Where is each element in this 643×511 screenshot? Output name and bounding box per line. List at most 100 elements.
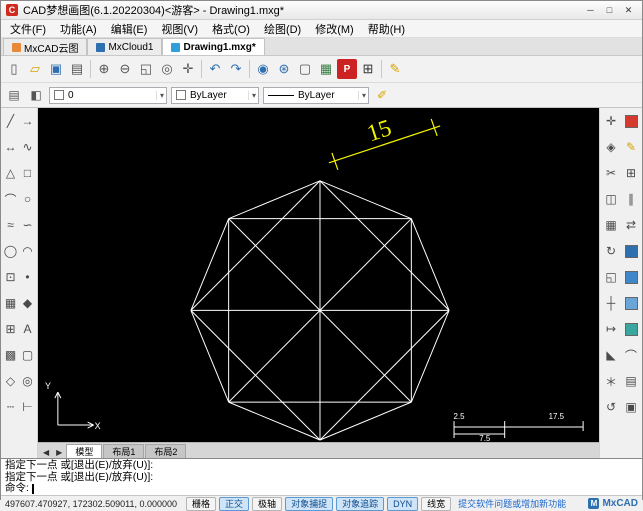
extend-tool[interactable]: ↦ <box>601 316 621 342</box>
ellipse-arc-tool[interactable]: ◠ <box>19 238 36 264</box>
fillet-tool[interactable]: ⌒ <box>621 342 641 368</box>
menu-item-0[interactable]: 文件(F) <box>3 20 53 38</box>
menu-item-1[interactable]: 功能(A) <box>53 20 104 38</box>
toggle-栅格[interactable]: 栅格 <box>186 496 217 511</box>
revision-cloud-tool[interactable]: ≈ <box>2 212 19 238</box>
doc-tab-1[interactable]: MxCloud1 <box>87 38 163 55</box>
color-blue2-swatch[interactable] <box>621 264 641 290</box>
rotate-tool[interactable]: ↻ <box>601 238 621 264</box>
offset-tool[interactable]: ∥ <box>621 186 641 212</box>
color-red-swatch[interactable] <box>621 108 641 134</box>
erase-tool[interactable]: ✂ <box>601 160 621 186</box>
explode-tool[interactable]: ＊ <box>601 368 621 394</box>
cloud-sync-button[interactable]: ◉ <box>253 59 273 79</box>
ray-tool[interactable]: → <box>19 108 36 134</box>
spline-tool[interactable]: ∽ <box>19 212 36 238</box>
new-window-button[interactable]: ▢ <box>295 59 315 79</box>
drawing-svg[interactable]: 152.5 17.57.5YX <box>38 108 599 442</box>
insert-block-tool[interactable]: ⊡ <box>2 264 19 290</box>
open-file-button[interactable]: ▱ <box>25 59 45 79</box>
layout-tab-1[interactable]: 布局1 <box>103 444 145 458</box>
construction-line-tool[interactable]: ↔ <box>2 134 19 160</box>
scale-tool[interactable]: ◱ <box>601 264 621 290</box>
draw-pencil-button[interactable]: ✎ <box>385 59 405 79</box>
menu-item-6[interactable]: 修改(M) <box>308 20 361 38</box>
select-tool[interactable]: ✛ <box>601 108 621 134</box>
web-share-button[interactable]: ⊛ <box>274 59 294 79</box>
export-pdf-button[interactable]: P <box>337 59 357 79</box>
move-tool[interactable]: ⇄ <box>621 212 641 238</box>
toggle-对象捕捉[interactable]: 对象捕捉 <box>285 496 334 511</box>
zoom-realtime-tool[interactable]: ◈ <box>601 134 621 160</box>
command-window[interactable]: 指定下一点 或[退出(E)/放弃(U)]: 指定下一点 或[退出(E)/放弃(U)… <box>1 458 642 495</box>
toggle-DYN[interactable]: DYN <box>387 496 419 511</box>
grid-settings-button[interactable]: ⊞ <box>358 59 378 79</box>
point-tool[interactable]: • <box>19 264 36 290</box>
polyline-tool[interactable]: ∿ <box>19 134 36 160</box>
donut-tool[interactable]: ◎ <box>19 368 36 394</box>
undo-button[interactable]: ↶ <box>205 59 225 79</box>
pan-button[interactable]: ✛ <box>178 59 198 79</box>
zoom-window-button[interactable]: ◱ <box>136 59 156 79</box>
toggle-正交[interactable]: 正交 <box>219 496 250 511</box>
layout-tab-0[interactable]: 模型 <box>66 444 103 458</box>
linetype-combo[interactable]: ByLayer ▾ <box>263 86 369 104</box>
feedback-link[interactable]: 提交软件问题或增加新功能 <box>458 497 566 510</box>
measure-tool[interactable]: ⊢ <box>19 394 36 420</box>
array-tool[interactable]: ▦ <box>601 212 621 238</box>
layout-nav-0[interactable]: ◀ <box>40 448 52 458</box>
chamfer-tool[interactable]: ◣ <box>601 342 621 368</box>
menu-item-5[interactable]: 绘图(D) <box>257 20 308 38</box>
new-file-button[interactable]: ▯ <box>4 59 24 79</box>
copy-tool[interactable]: ⊞ <box>621 160 641 186</box>
minimize-button[interactable]: ─ <box>582 3 599 17</box>
color-blue3-swatch[interactable] <box>621 290 641 316</box>
table-tool[interactable]: ⊞ <box>2 316 19 342</box>
edit-pencil-icon[interactable]: ✐ <box>373 86 391 104</box>
color-combo[interactable]: ByLayer ▾ <box>171 86 259 104</box>
text-tool[interactable]: A <box>19 316 36 342</box>
polygon-tool[interactable]: △ <box>2 160 19 186</box>
print-button[interactable]: ▤ <box>67 59 87 79</box>
layers-tool[interactable]: ▣ <box>621 394 641 420</box>
menu-item-2[interactable]: 编辑(E) <box>104 20 155 38</box>
zoom-in-button[interactable]: ⊕ <box>94 59 114 79</box>
layer-manager-icon[interactable]: ▤ <box>5 86 23 104</box>
color-blue-swatch[interactable] <box>621 238 641 264</box>
zoom-out-button[interactable]: ⊖ <box>115 59 135 79</box>
mirror-tool[interactable]: ◫ <box>601 186 621 212</box>
doc-tab-2[interactable]: Drawing1.mxg* <box>162 38 265 55</box>
color-teal-swatch[interactable] <box>621 316 641 342</box>
divide-tool[interactable]: ┄ <box>2 394 19 420</box>
wipeout-tool[interactable]: ◇ <box>2 368 19 394</box>
menu-item-3[interactable]: 视图(V) <box>154 20 205 38</box>
toggle-对象追踪[interactable]: 对象追踪 <box>336 496 385 511</box>
maximize-button[interactable]: □ <box>601 3 618 17</box>
gradient-tool[interactable]: ▩ <box>2 342 19 368</box>
doc-tab-0[interactable]: MxCAD云图 <box>3 38 88 55</box>
insert-image-button[interactable]: ▦ <box>316 59 336 79</box>
arc-tool[interactable]: ⌒ <box>2 186 19 212</box>
toggle-极轴[interactable]: 极轴 <box>252 496 283 511</box>
command-prompt-row[interactable]: 命令: <box>5 482 638 495</box>
menu-item-4[interactable]: 格式(O) <box>205 20 257 38</box>
annotate-pencil-tool[interactable]: ✎ <box>621 134 641 160</box>
trim-tool[interactable]: ┼ <box>601 290 621 316</box>
zoom-extents-button[interactable]: ◎ <box>157 59 177 79</box>
redo-button[interactable]: ↷ <box>226 59 246 79</box>
menu-item-7[interactable]: 帮助(H) <box>361 20 412 38</box>
hatch-tool[interactable]: ▦ <box>2 290 19 316</box>
circle-tool[interactable]: ○ <box>19 186 36 212</box>
toggle-线宽[interactable]: 线宽 <box>421 496 452 511</box>
layout-tab-2[interactable]: 布局2 <box>145 444 187 458</box>
rectangle-tool[interactable]: □ <box>19 160 36 186</box>
save-file-button[interactable]: ▣ <box>46 59 66 79</box>
drawing-canvas[interactable]: 15 2.5 17.5 7.5 Y X <box>38 108 599 442</box>
layer-combo[interactable]: 0 ▾ <box>49 86 167 104</box>
ellipse-tool[interactable]: ◯ <box>2 238 19 264</box>
region-tool[interactable]: ◆ <box>19 290 36 316</box>
layer-state-icon[interactable]: ◧ <box>27 86 45 104</box>
close-button[interactable]: ✕ <box>620 3 637 17</box>
line-tool[interactable]: ╱ <box>2 108 19 134</box>
layout-nav-1[interactable]: ▶ <box>53 448 65 458</box>
